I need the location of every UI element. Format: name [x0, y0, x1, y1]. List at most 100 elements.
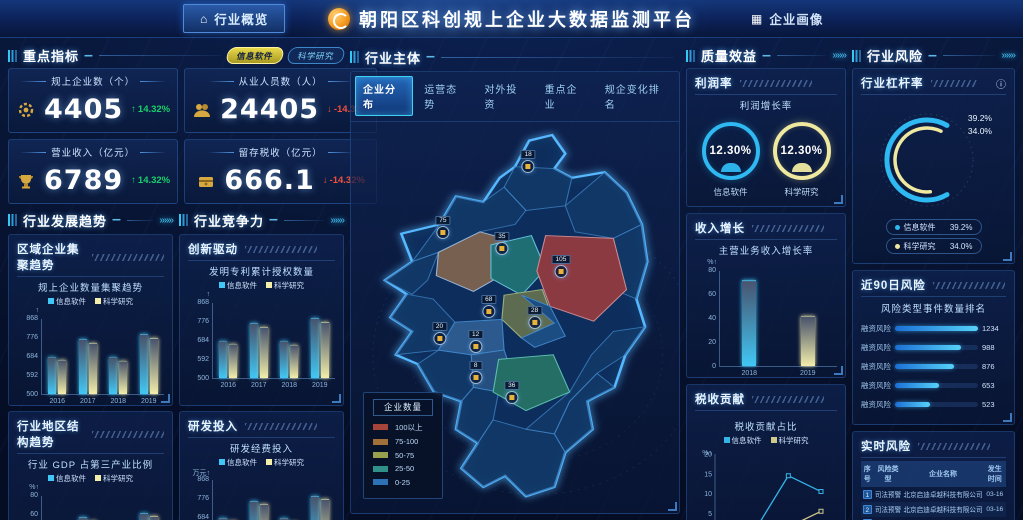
map-legend-item: 75-100 — [373, 437, 433, 446]
bar-科学研究 — [260, 504, 268, 520]
legend-label: 75-100 — [395, 437, 418, 446]
gauge-label: 科学研究 — [773, 186, 831, 198]
metric-delta-value: 14.32% — [138, 104, 170, 115]
marker-building-icon — [528, 316, 541, 329]
tab-规企变化排名[interactable]: 规企变化排名 — [598, 77, 675, 115]
info-icon[interactable]: ⓘ — [996, 76, 1006, 91]
bar-增长率 — [742, 280, 756, 366]
innovation-subtitle: 创新驱动 — [188, 241, 238, 257]
bar-信息软件 — [250, 501, 258, 520]
legend-item: 科学研究 — [95, 473, 133, 484]
hatch-decoration — [92, 431, 164, 438]
map-marker[interactable]: 105 — [551, 255, 570, 278]
table-row[interactable]: 3司法预警北京启迪卓越科技有限公司03-16 — [861, 517, 1006, 520]
x-tick: 2017 — [80, 398, 96, 405]
marker-building-icon — [469, 371, 482, 384]
marker-building-icon — [505, 391, 518, 404]
metric-delta: ↑14.32% — [131, 175, 170, 186]
nav-industry-overview[interactable]: ⌂ 行业概览 — [183, 4, 285, 33]
bar-信息软件 — [140, 513, 148, 520]
bar-group: 2016 — [219, 303, 237, 378]
marker-value: 8 — [469, 361, 482, 370]
risk-more-chevrons[interactable]: »»» — [1001, 50, 1015, 61]
bar-科学研究 — [150, 338, 158, 394]
chart-title: 规上企业数量集聚趋势 — [17, 280, 164, 294]
map-marker[interactable]: 36 — [504, 381, 519, 404]
map-legend: 企业数量 100以上75-10050-7525-500-25 — [363, 392, 443, 500]
realtime-risk-table: 序号风险类型企业名称发生时间 1司法预警北京启迪卓越科技有限公司03-162司法… — [861, 461, 1006, 520]
chart-patent-count: 发明专利累计授权数量信息软件科学研究↑868776684592500201620… — [188, 264, 335, 383]
legend-swatch — [219, 459, 225, 465]
map-marker[interactable]: 68 — [481, 295, 496, 318]
hatch-decoration — [92, 254, 164, 261]
risk-bar-fill — [895, 326, 978, 331]
legend-item: 信息软件 — [48, 473, 86, 484]
risk-bar-label: 融资风险 — [861, 380, 895, 391]
quality-more-chevrons[interactable]: »»» — [832, 50, 846, 61]
bar-科学研究 — [260, 327, 268, 378]
tab-运营态势[interactable]: 运营态势 — [417, 77, 473, 115]
map-legend-title: 企业数量 — [373, 399, 433, 416]
bar-group: 2016 — [48, 496, 66, 520]
hatch-decoration — [245, 246, 317, 253]
y-tick: 592 — [26, 372, 38, 379]
quality-section-title: 质量效益 — [701, 46, 757, 65]
x-tick: 2018 — [741, 370, 757, 377]
map-marker[interactable]: 28 — [527, 306, 542, 329]
legend-label: 100以上 — [395, 422, 423, 433]
y-axis: ↑868776684592500 — [188, 293, 212, 383]
table-row[interactable]: 2司法预警北京启迪卓越科技有限公司03-16 — [861, 502, 1006, 517]
leverage-card: 行业杠杆率 ⓘ 39.2%34.0% 信息软件39.2%科学研究34.0% — [852, 68, 1015, 264]
map-marker[interactable]: 20 — [432, 322, 447, 345]
nav-industry-overview-label: 行业概览 — [214, 9, 268, 28]
chart-cluster-trend: 规上企业数量集聚趋势信息软件科学研究↑868776684592500201620… — [17, 280, 164, 399]
map-marker[interactable]: 12 — [468, 330, 483, 353]
table-cell: 2 — [861, 502, 874, 517]
profit-rate-card: 利润率 利润增长率 12.30%信息软件12.30%科学研究 — [686, 68, 846, 207]
marker-value: 105 — [551, 255, 570, 264]
trend-more-chevrons[interactable]: »»» — [159, 215, 173, 226]
toggle-信息软件[interactable]: 信息软件 — [225, 47, 285, 64]
legend-value: 34.0% — [950, 242, 973, 251]
tab-企业分布[interactable]: 企业分布 — [355, 76, 413, 116]
x-tick: 2019 — [800, 370, 816, 377]
marker-value: 20 — [432, 322, 447, 331]
chart-gdp-share: 行业 GDP 占第三产业比例信息软件科学研究%↑8060402002016201… — [17, 457, 164, 520]
recent-risk-chart-title: 风险类型事件数量排名 — [861, 301, 1006, 315]
map-marker[interactable]: 35 — [494, 232, 509, 255]
legend-item: 科学研究 — [771, 435, 809, 446]
competition-more-chevrons[interactable]: »»» — [330, 215, 344, 226]
legend-item: 科学研究 — [266, 280, 304, 291]
metric-card-2: 营业收入（亿元）6789↑14.32% — [8, 139, 178, 204]
bar-信息软件 — [219, 341, 227, 378]
toggle-科学研究[interactable]: 科学研究 — [286, 47, 346, 64]
map-marker[interactable]: 18 — [520, 150, 535, 173]
table-row[interactable]: 1司法预警北京启迪卓越科技有限公司03-16 — [861, 487, 1006, 502]
nav-enterprise-portrait[interactable]: ▦ 企业画像 — [735, 5, 839, 32]
tab-重点企业[interactable]: 重点企业 — [538, 77, 594, 115]
income-growth-card: 收入增长 主营业务收入增长率%↑80604020020182019 — [686, 213, 846, 378]
bar-信息软件 — [311, 318, 319, 378]
legend-swatch — [373, 424, 388, 430]
marker-building-icon — [433, 332, 446, 345]
table-header: 发生时间 — [984, 461, 1006, 487]
map-marker[interactable]: 75 — [435, 216, 450, 239]
table-cell: 03-16 — [984, 517, 1006, 520]
tab-对外投资[interactable]: 对外投资 — [477, 77, 533, 115]
profit-chart-title: 利润增长率 — [695, 98, 837, 112]
chart-legend: 信息软件科学研究 — [695, 435, 837, 446]
gauge-label: 信息软件 — [702, 186, 760, 198]
y-axis-unit: ↑ — [207, 291, 211, 298]
legend-swatch — [95, 298, 101, 304]
risk-bar-value: 1234 — [982, 324, 1006, 333]
trend-section-header: 行业发展趋势 – »»» — [8, 209, 173, 231]
bar-group: 2019 — [140, 496, 158, 520]
svg-text:5: 5 — [708, 511, 712, 518]
district-map[interactable]: 18753510568282012836 企业数量 100以上75-10050-… — [351, 122, 679, 513]
bar-group: 2019 — [311, 303, 329, 378]
profit-subtitle: 利润率 — [695, 75, 733, 91]
map-marker[interactable]: 8 — [469, 361, 482, 384]
risk-bar-fill — [895, 364, 954, 369]
chart-title: 研发经费投入 — [188, 441, 335, 455]
page-title: 朝阳区科创规上企业大数据监测平台 — [328, 6, 695, 32]
